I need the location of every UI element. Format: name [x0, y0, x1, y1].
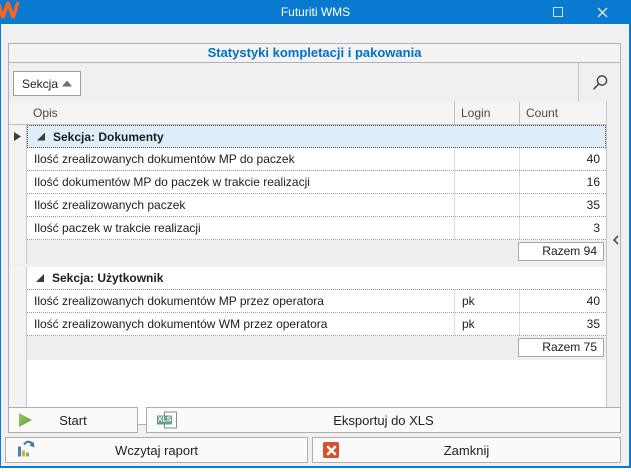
cell-count: 35: [519, 194, 606, 216]
group-expanded-icon[interactable]: [37, 133, 45, 141]
cell-login: [454, 217, 519, 239]
close-icon: [596, 6, 609, 19]
app-window: Futuriti WMS Statystyki kompletacji i pa…: [0, 0, 631, 472]
cell-login: pk: [454, 313, 519, 335]
chevron-left-icon: [612, 234, 620, 246]
red-x-icon: [323, 442, 339, 458]
cell-opis: Ilość zrealizowanych dokumentów WM przez…: [27, 313, 453, 335]
cell-opis: Ilość zrealizowanych dokumentów MP do pa…: [27, 148, 453, 170]
group-expanded-icon[interactable]: [36, 274, 44, 282]
cell-opis: Ilość dokumentów MP do paczek w trakcie …: [27, 171, 453, 193]
cell-count: 35: [519, 313, 606, 335]
export-xls-button[interactable]: XLS Eksportuj do XLS: [146, 407, 621, 433]
group-footer-uzytkownik: Razem 75: [27, 336, 606, 360]
close-dialog-button-label: Zamknij: [444, 443, 490, 458]
column-header-login[interactable]: Login: [454, 102, 519, 124]
load-report-button-label: Wczytaj raport: [115, 443, 198, 458]
page-title: Statystyki kompletacji i pakowania: [8, 43, 621, 62]
row-indicator-column: [9, 102, 27, 424]
play-icon: [19, 413, 32, 427]
load-report-button[interactable]: Wczytaj raport: [5, 437, 308, 463]
right-side-strip: [607, 102, 620, 424]
group-header-label: Sekcja: Dokumenty: [53, 130, 164, 144]
cell-count: 40: [519, 148, 606, 170]
cell-count: 40: [519, 290, 606, 312]
sort-ascending-icon: [62, 81, 72, 87]
export-xls-button-label: Eksportuj do XLS: [333, 413, 433, 428]
grid-table: Opis Login Count Sekcja: Dokumenty Ilość…: [9, 102, 607, 424]
start-button-label: Start: [59, 413, 86, 428]
table-row[interactable]: Ilość zrealizowanych dokumentów MP przez…: [27, 290, 606, 313]
table-row[interactable]: Ilość dokumentów MP do paczek w trakcie …: [27, 171, 606, 194]
cell-login: pk: [454, 290, 519, 312]
focused-row-arrow-icon: [14, 132, 21, 141]
table-row[interactable]: Ilość zrealizowanych dokumentów WM przez…: [27, 313, 606, 336]
group-header-label: Sekcja: Użytkownik: [52, 271, 163, 285]
table-row[interactable]: Ilość zrealizowanych paczek 35: [27, 194, 606, 217]
table-row[interactable]: Ilość zrealizowanych dokumentów MP do pa…: [27, 148, 606, 171]
xls-file-icon: XLS: [157, 412, 177, 429]
window-title: Futuriti WMS: [0, 0, 631, 24]
search-icon: [591, 74, 609, 92]
close-dialog-button[interactable]: Zamknij: [312, 437, 621, 463]
report-chart-icon: [16, 439, 36, 462]
cell-login: [454, 148, 519, 170]
close-window-button[interactable]: [585, 0, 619, 24]
search-button[interactable]: [578, 63, 620, 102]
cell-login: [454, 171, 519, 193]
group-row-uzytkownik[interactable]: Sekcja: Użytkownik: [27, 267, 606, 290]
cell-count: 3: [519, 217, 606, 239]
cell-count: 16: [519, 171, 606, 193]
column-header-row: Opis Login Count: [9, 102, 606, 125]
statistics-grid: Sekcja Opis Login: [8, 62, 621, 425]
group-row-dokumenty[interactable]: Sekcja: Dokumenty: [27, 125, 606, 148]
group-by-sekcja-button[interactable]: Sekcja: [13, 71, 81, 96]
group-by-label: Sekcja: [22, 77, 62, 91]
cell-opis: Ilość paczek w trakcie realizacji: [27, 217, 453, 239]
group-total-badge: Razem 94: [518, 242, 604, 261]
maximize-icon: [553, 7, 563, 17]
collapse-panel-button[interactable]: [610, 232, 622, 248]
xls-badge-label: XLS: [157, 416, 172, 425]
cell-login: [454, 194, 519, 216]
maximize-button[interactable]: [541, 0, 575, 24]
cell-opis: Ilość zrealizowanych dokumentów MP przez…: [27, 290, 453, 312]
column-header-opis[interactable]: Opis: [27, 102, 453, 124]
group-by-panel[interactable]: Sekcja: [9, 63, 620, 102]
table-row[interactable]: Ilość paczek w trakcie realizacji 3: [27, 217, 606, 240]
start-button[interactable]: Start: [8, 407, 138, 433]
group-total-badge: Razem 75: [518, 338, 604, 357]
column-header-count[interactable]: Count: [519, 102, 606, 124]
titlebar[interactable]: Futuriti WMS: [0, 0, 631, 24]
group-footer-dokumenty: Razem 94: [27, 240, 606, 264]
client-area: Statystyki kompletacji i pakowania Sekcj…: [0, 24, 631, 468]
cell-opis: Ilość zrealizowanych paczek: [27, 194, 453, 216]
